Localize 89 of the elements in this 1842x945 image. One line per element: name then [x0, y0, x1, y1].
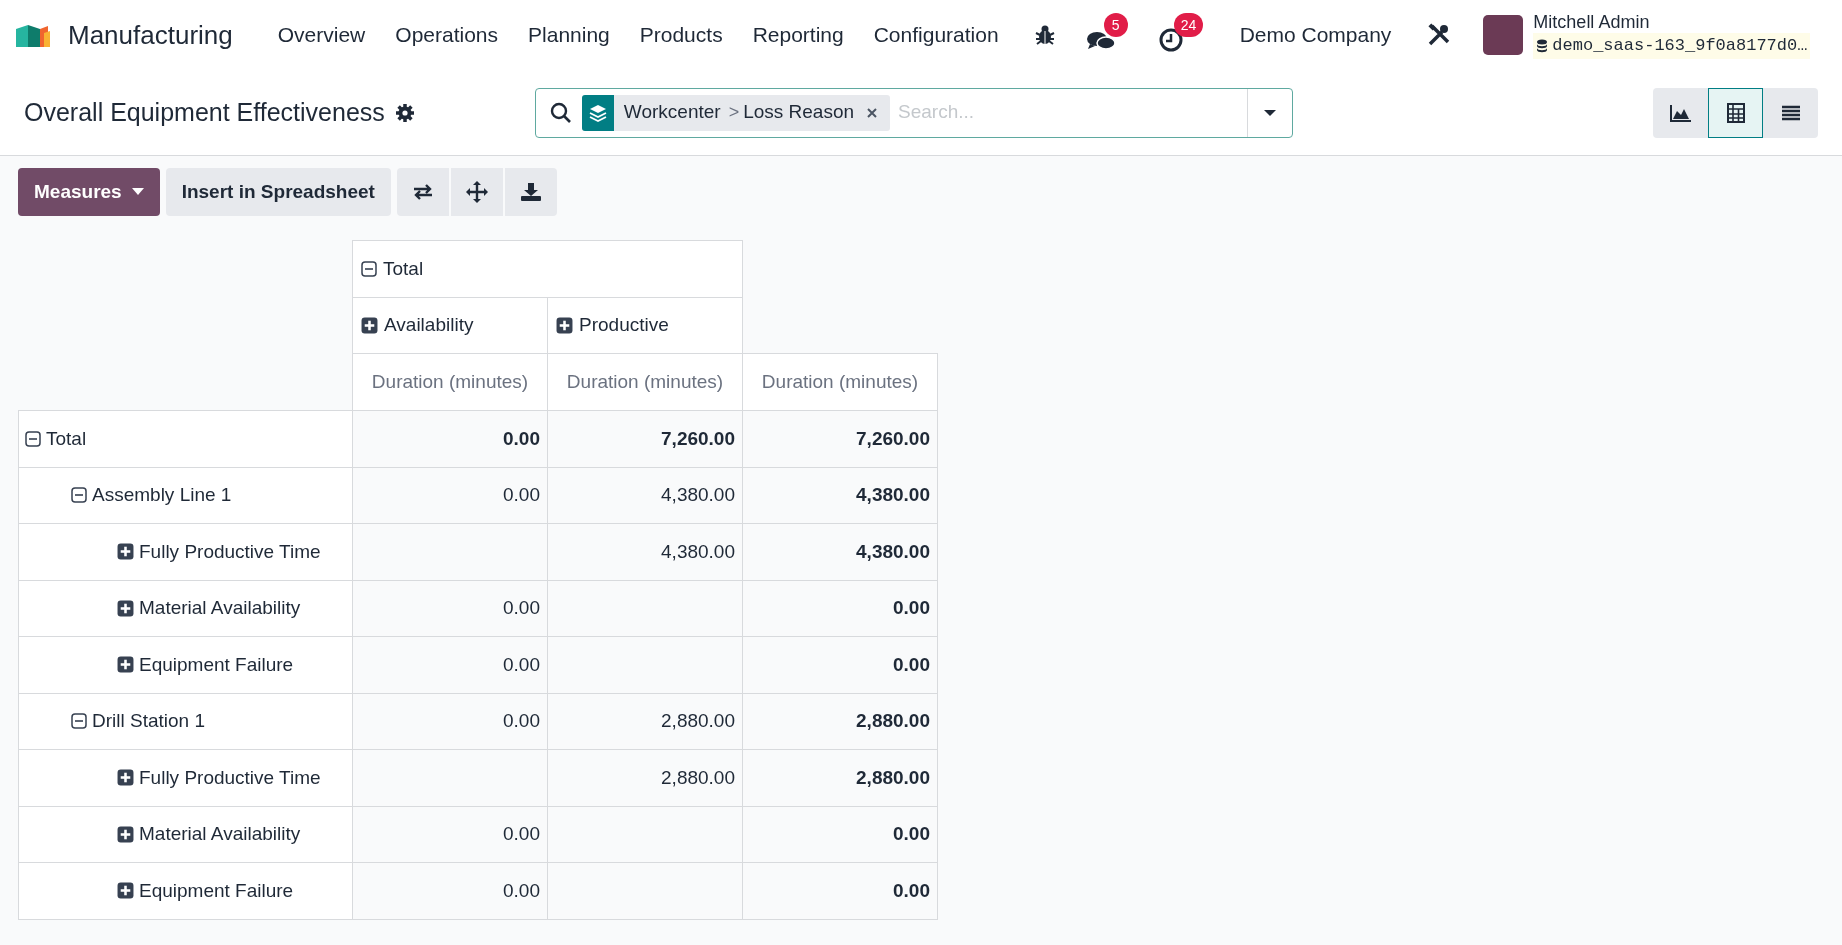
header-label: Productive	[579, 313, 669, 338]
table-icon	[1724, 101, 1747, 124]
facet-value: Loss Reason	[743, 100, 855, 125]
value-cell[interactable]: 0.00	[893, 823, 930, 844]
view-switch-button[interactable]	[1708, 87, 1763, 138]
value-cell[interactable]: 0.00	[503, 653, 540, 675]
search-icon	[549, 101, 572, 124]
value-cell[interactable]: 2,880.00	[661, 766, 735, 788]
swap-arrows-icon	[411, 183, 434, 201]
value-cell[interactable]: 0.00	[503, 427, 540, 449]
measures-button[interactable]: Measures	[18, 168, 160, 216]
row-label: Assembly Line 1	[92, 483, 232, 507]
row-label: Material Availability	[139, 822, 301, 846]
row-header[interactable]: Fully Productive Time	[18, 523, 353, 580]
row-header[interactable]: Fully Productive Time	[18, 749, 353, 806]
value-cell[interactable]: 0.00	[503, 823, 540, 844]
value-cell[interactable]: 0.00	[503, 879, 540, 901]
download-icon	[519, 182, 542, 202]
measure-header[interactable]: Duration (minutes)	[352, 353, 548, 411]
header-label: Total	[383, 256, 424, 281]
value-cell[interactable]: 4,380.00	[856, 484, 930, 505]
value-cell[interactable]: 2,880.00	[856, 710, 930, 731]
search-bar[interactable]: Workcenter > Loss Reason Search...	[534, 87, 1293, 138]
move-arrows-icon	[465, 181, 488, 203]
column-header[interactable]: Availability	[352, 297, 548, 354]
row-label: Material Availability	[139, 596, 301, 620]
menu-item[interactable]: Reporting	[737, 12, 859, 58]
user-avatar[interactable]	[1483, 15, 1524, 55]
value-cell[interactable]: 4,380.00	[661, 540, 735, 562]
layers-icon	[588, 103, 607, 122]
database-name: demo_saas-163_9f0a8177d0…	[1552, 35, 1808, 58]
facet-value: Workcenter	[623, 100, 721, 125]
download-button[interactable]	[504, 168, 557, 216]
row-header[interactable]: Assembly Line 1	[18, 467, 353, 524]
row-header[interactable]: Drill Station 1	[18, 693, 353, 750]
menu-item[interactable]: Configuration	[858, 12, 1014, 58]
row-label: Fully Productive Time	[139, 539, 321, 564]
value-cell[interactable]: 0.00	[893, 879, 930, 901]
notification-badge: 5	[1103, 13, 1128, 37]
search-input[interactable]: Search...	[898, 98, 1247, 127]
app-name[interactable]: Manufacturing	[68, 15, 233, 55]
menu-item[interactable]: Operations	[380, 12, 514, 58]
menu-item[interactable]: Planning	[513, 12, 625, 58]
expand-all-button[interactable]	[450, 168, 503, 216]
row-label: Total	[46, 426, 87, 451]
value-cell[interactable]: 0.00	[893, 653, 930, 675]
bug-icon[interactable]	[1033, 24, 1056, 46]
row-label: Drill Station 1	[92, 709, 205, 733]
value-cell[interactable]: 2,880.00	[856, 766, 930, 788]
column-header[interactable]: Total	[352, 240, 743, 298]
settings-icon[interactable]	[394, 102, 415, 123]
row-header[interactable]: Total	[18, 410, 353, 467]
database-icon	[1536, 39, 1549, 53]
user-name[interactable]: Mitchell Admin	[1533, 11, 1811, 34]
row-header[interactable]: Material Availability	[18, 806, 353, 863]
value-cell[interactable]: 7,260.00	[661, 427, 735, 449]
value-cell[interactable]: 0.00	[503, 484, 540, 505]
row-header[interactable]: Equipment Failure	[18, 862, 353, 919]
close-icon[interactable]	[866, 106, 879, 119]
value-cell[interactable]: 0.00	[893, 597, 930, 618]
header-label: Availability	[384, 313, 474, 338]
row-label: Equipment Failure	[139, 652, 294, 677]
measure-header[interactable]: Duration (minutes)	[742, 353, 938, 411]
value-cell[interactable]: 2,880.00	[661, 710, 735, 731]
value-cell[interactable]: 0.00	[503, 597, 540, 618]
notification-badge: 24	[1173, 13, 1204, 37]
caret-icon	[131, 188, 144, 196]
company-name[interactable]: Demo Company	[1239, 19, 1392, 51]
row-header[interactable]: Equipment Failure	[18, 636, 353, 693]
value-cell[interactable]: 7,260.00	[856, 427, 930, 449]
tools-icon[interactable]	[1427, 23, 1452, 47]
view-switch-button[interactable]	[1763, 87, 1818, 138]
filter-facet[interactable]: Workcenter > Loss Reason	[581, 94, 891, 131]
facet-separator: >	[728, 101, 740, 124]
menu-item[interactable]: Overview	[262, 12, 381, 58]
menu-item[interactable]: Products	[624, 12, 738, 58]
row-label: Equipment Failure	[139, 878, 294, 903]
insert-spreadsheet-button[interactable]: Insert in Spreadsheet	[165, 168, 391, 216]
flip-axis-button[interactable]	[396, 168, 449, 216]
value-cell[interactable]: 4,380.00	[661, 484, 735, 505]
measure-header[interactable]: Duration (minutes)	[547, 353, 743, 411]
page-title: Overall Equipment Effectiveness	[24, 96, 385, 128]
view-switch-button[interactable]	[1653, 87, 1708, 138]
value-cell[interactable]: 0.00	[503, 710, 540, 731]
row-label: Fully Productive Time	[139, 765, 321, 790]
column-header[interactable]: Productive	[547, 297, 743, 354]
value-cell[interactable]: 4,380.00	[856, 540, 930, 562]
row-header[interactable]: Material Availability	[18, 580, 353, 637]
area-chart-icon	[1668, 102, 1693, 123]
